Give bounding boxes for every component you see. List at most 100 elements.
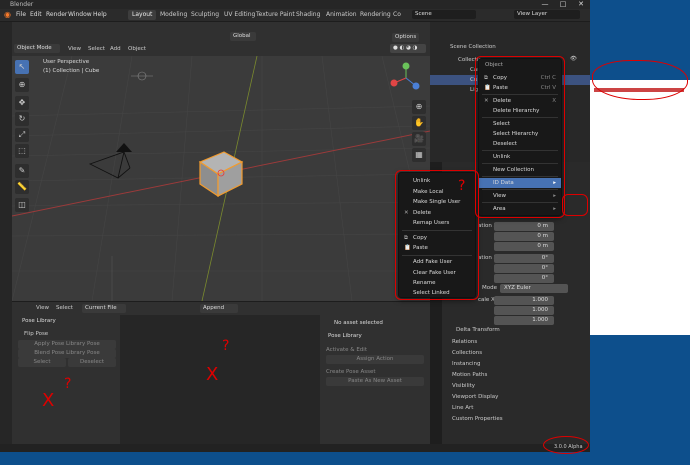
- tab-shading[interactable]: Shading: [292, 10, 324, 20]
- create-pose-asset-label: Create Pose Asset: [326, 369, 376, 375]
- rotation-x-field[interactable]: 0°: [494, 254, 554, 263]
- visibility-icon[interactable]: 👁: [570, 56, 577, 62]
- menu-render[interactable]: Render: [46, 9, 67, 21]
- annotation-outline-id-menu: [395, 170, 479, 300]
- view-layer-selector[interactable]: View Layer: [514, 10, 580, 19]
- measure-tool-icon[interactable]: 📏: [15, 180, 29, 194]
- menu-select[interactable]: Select: [88, 46, 105, 52]
- import-type-selector[interactable]: Append: [200, 304, 238, 313]
- section-custom-properties[interactable]: Custom Properties: [452, 414, 503, 425]
- annotation-outline-object-menu: [475, 56, 565, 218]
- zoom-icon[interactable]: ⊕: [412, 100, 426, 114]
- section-line-art[interactable]: Line Art: [452, 403, 473, 414]
- menu-add[interactable]: Add: [110, 46, 121, 52]
- section-viewport-display[interactable]: Viewport Display: [452, 392, 498, 403]
- annotation-x-mark: X: [206, 364, 219, 385]
- close-button[interactable]: ✕: [574, 0, 588, 9]
- section-instancing[interactable]: Instancing: [452, 359, 481, 370]
- ortho-grid-icon[interactable]: ▦: [412, 148, 426, 162]
- menu-help[interactable]: Help: [93, 9, 107, 21]
- tab-sculpting[interactable]: Sculpting: [187, 10, 223, 20]
- scale-z-field[interactable]: 1.000: [494, 316, 554, 325]
- transform-label: Global: [233, 33, 251, 39]
- blend-pose-button[interactable]: Blend Pose Library Pose: [18, 349, 116, 358]
- left-edge: [0, 22, 12, 452]
- top-bar: ◉ File Edit Render Window Help Layout Mo…: [0, 9, 590, 21]
- rotation-y-field[interactable]: 0°: [494, 264, 554, 273]
- annotation-question-mark: ?: [458, 178, 466, 194]
- scale-tool-icon[interactable]: ⤢: [15, 128, 29, 142]
- asset-browser-header: View Select Current File Append: [12, 302, 430, 315]
- add-cube-tool-icon[interactable]: ◫: [15, 198, 29, 212]
- library-selector[interactable]: Current File: [82, 304, 126, 313]
- background-window: [590, 80, 690, 335]
- menu-view-bottom[interactable]: View: [36, 305, 49, 311]
- annotation-outline-small: [562, 194, 588, 216]
- menu-object[interactable]: Object: [128, 46, 146, 52]
- move-tool-icon[interactable]: ✥: [15, 96, 29, 110]
- menu-file[interactable]: File: [16, 9, 26, 21]
- library-label: Current File: [85, 305, 117, 311]
- location-z-field[interactable]: 0 m: [494, 242, 554, 251]
- minimize-button[interactable]: —: [538, 0, 552, 9]
- mode-label: Mode: [482, 285, 497, 291]
- paste-as-new-asset-button[interactable]: Paste As New Asset: [326, 377, 424, 386]
- shading-buttons[interactable]: ● ◐ ◕ ◑: [390, 44, 426, 53]
- outliner-header: Scene Collection: [450, 44, 496, 50]
- section-relations[interactable]: Relations: [452, 337, 477, 348]
- perspective-label: User Perspective: [43, 59, 90, 65]
- scale-x-field[interactable]: 1.000: [494, 296, 554, 305]
- menu-select-bottom[interactable]: Select: [56, 305, 73, 311]
- transform-orientation[interactable]: Global: [230, 32, 256, 41]
- rotate-tool-icon[interactable]: ↻: [15, 112, 29, 126]
- pose-library-title: Pose Library: [22, 318, 56, 324]
- scale-y-field[interactable]: 1.000: [494, 306, 554, 315]
- tab-layout[interactable]: Layout: [128, 10, 157, 20]
- rotation-z-field[interactable]: 0°: [494, 274, 554, 283]
- mode-selector[interactable]: Object Mode: [14, 44, 60, 53]
- location-x-field[interactable]: 0 m: [494, 222, 554, 231]
- section-collections[interactable]: Collections: [452, 348, 482, 359]
- deselect-bones-button[interactable]: Deselect: [68, 358, 116, 367]
- annotate-tool-icon[interactable]: ✎: [15, 164, 29, 178]
- 3d-viewport[interactable]: User Perspective (1) Collection | Cube ↖…: [12, 56, 430, 301]
- flip-pose-checkbox[interactable]: Flip Pose: [24, 331, 48, 337]
- asset-pose-library-title: Pose Library: [328, 333, 362, 339]
- apply-pose-button[interactable]: Apply Pose Library Pose: [18, 340, 116, 349]
- menu-edit[interactable]: Edit: [30, 9, 42, 21]
- annotation-x-mark: X: [42, 390, 55, 411]
- scene-selector[interactable]: Scene: [412, 10, 476, 19]
- mode-label: Object Mode: [17, 45, 52, 51]
- location-y-field[interactable]: 0 m: [494, 232, 554, 241]
- asset-grid[interactable]: [120, 315, 320, 445]
- cursor-tool-icon[interactable]: ⊕: [15, 78, 29, 92]
- section-visibility[interactable]: Visibility: [452, 381, 475, 392]
- section-motion-paths[interactable]: Motion Paths: [452, 370, 487, 381]
- transform-tool-icon[interactable]: ⬚: [15, 144, 29, 158]
- collection-label: (1) Collection | Cube: [43, 68, 100, 74]
- options-label: Options: [395, 34, 417, 40]
- annotation-question-mark: ?: [222, 338, 230, 354]
- menu-window[interactable]: Window: [68, 9, 92, 21]
- tab-animation[interactable]: Animation: [322, 10, 361, 20]
- annotation-circle-version: [543, 436, 589, 454]
- options-button[interactable]: Options: [392, 33, 420, 42]
- maximize-button[interactable]: □: [556, 0, 570, 9]
- camera-view-icon[interactable]: 🎥: [412, 132, 426, 146]
- tab-modeling[interactable]: Modeling: [156, 10, 191, 20]
- annotation-circle-window: [592, 60, 688, 100]
- blender-logo-icon[interactable]: ◉: [4, 9, 11, 21]
- viewport-header: Global Options Object Mode View Select A…: [12, 22, 430, 56]
- hand-icon[interactable]: ✋: [412, 116, 426, 130]
- menu-view[interactable]: View: [68, 46, 81, 52]
- tab-co[interactable]: Co: [389, 10, 405, 20]
- section-delta-transform[interactable]: Delta Transform: [456, 325, 500, 336]
- annotation-question-mark: ?: [64, 376, 72, 392]
- rotation-mode-select[interactable]: XYZ Euler: [500, 284, 568, 293]
- asset-status: No asset selected: [334, 320, 383, 326]
- assign-action-button[interactable]: Assign Action: [326, 355, 424, 364]
- select-bones-button[interactable]: Select: [18, 358, 66, 367]
- select-tool-icon[interactable]: ↖: [15, 60, 29, 74]
- title-bar: Blender — □ ✕: [0, 0, 590, 9]
- window-title: Blender: [10, 1, 34, 8]
